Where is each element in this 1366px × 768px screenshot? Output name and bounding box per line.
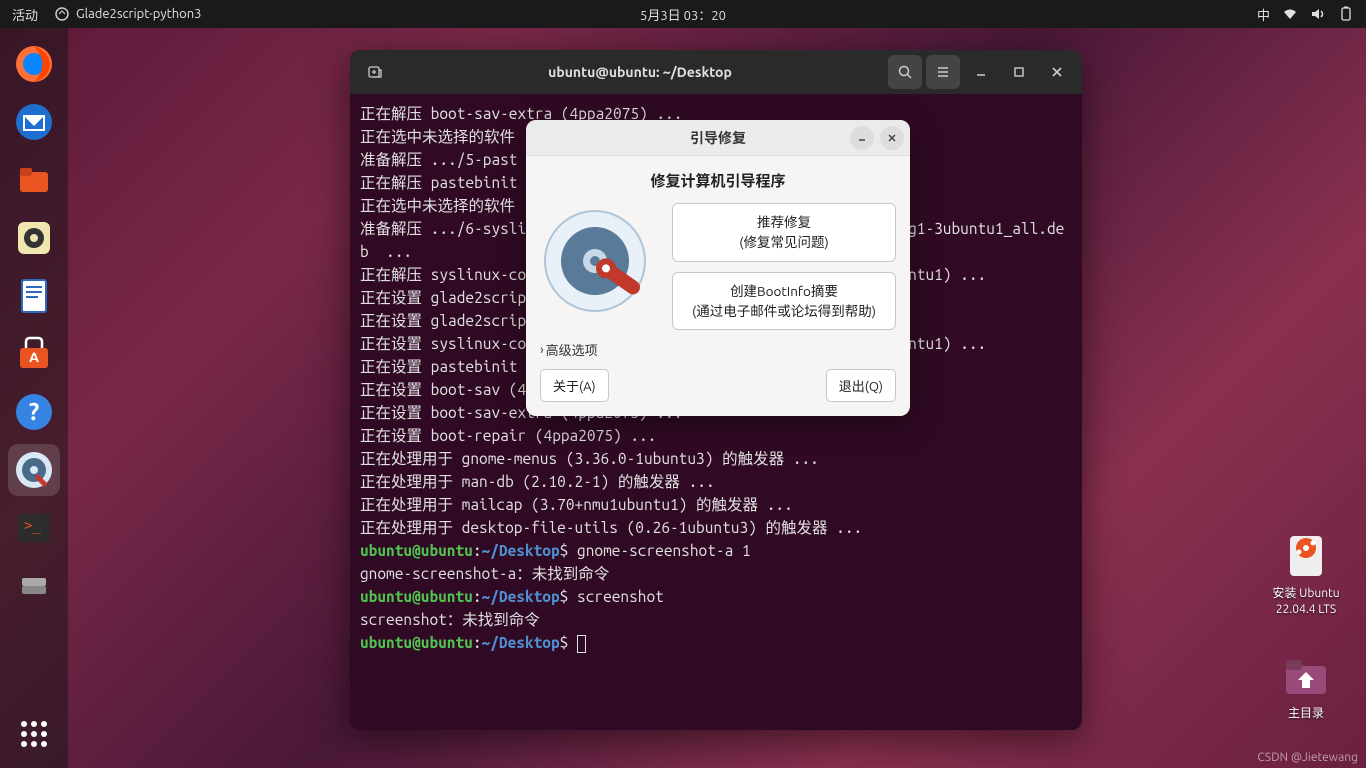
dock-rhythmbox[interactable] <box>8 212 60 264</box>
dock: A ? >_ <box>0 28 68 768</box>
dialog-titlebar[interactable]: 引导修复 <box>526 120 910 156</box>
dock-help[interactable]: ? <box>8 386 60 438</box>
btn-label: 创建BootInfo摘要 <box>679 281 889 301</box>
create-bootinfo-button[interactable]: 创建BootInfo摘要 (通过电子邮件或论坛得到帮助) <box>672 272 896 331</box>
dock-writer[interactable] <box>8 270 60 322</box>
watermark: CSDN @Jietewang <box>1257 751 1358 764</box>
dock-thunderbird[interactable] <box>8 96 60 148</box>
quit-button[interactable]: 退出(Q) <box>826 369 896 402</box>
active-app-name[interactable]: Glade2script-python3 <box>76 7 202 21</box>
btn-label: 推荐修复 <box>679 212 889 232</box>
dialog-heading: 修复计算机引导程序 <box>540 170 896 191</box>
show-applications[interactable] <box>8 708 60 760</box>
new-tab-button[interactable] <box>358 55 392 89</box>
dock-boot-repair[interactable] <box>8 444 60 496</box>
maximize-button[interactable] <box>1002 55 1036 89</box>
minimize-button[interactable] <box>964 55 998 89</box>
clock[interactable]: 5月3日 03：20 <box>640 5 726 24</box>
volume-icon[interactable] <box>1310 6 1326 22</box>
wifi-icon[interactable] <box>1282 6 1298 22</box>
input-method-indicator[interactable]: 中 <box>1257 5 1270 24</box>
desktop-label-2: 22.04.4 LTS <box>1276 603 1336 616</box>
terminal-title: ubuntu@ubuntu: ~/Desktop <box>392 64 888 80</box>
boot-repair-dialog: 引导修复 修复计算机引导程序 <box>526 120 910 416</box>
chevron-right-icon: › <box>540 343 544 357</box>
wrench-disk-icon <box>540 203 658 321</box>
dock-firefox[interactable] <box>8 38 60 90</box>
advanced-options-label: 高级选项 <box>546 340 598 359</box>
about-button[interactable]: 关于(A) <box>540 369 609 402</box>
dock-terminal[interactable]: >_ <box>8 502 60 554</box>
close-button[interactable] <box>1040 55 1074 89</box>
svg-text:?: ? <box>29 398 40 425</box>
desktop-label: 安装 Ubuntu <box>1272 587 1339 600</box>
btn-sublabel: (修复常见问题) <box>679 232 889 252</box>
dock-software[interactable]: A <box>8 328 60 380</box>
dialog-close-button[interactable] <box>880 126 904 150</box>
advanced-options-expander[interactable]: › 高级选项 <box>540 340 896 359</box>
svg-text:A: A <box>29 349 39 365</box>
desktop-install-ubuntu[interactable]: 安装 Ubuntu 22.04.4 LTS <box>1266 530 1346 617</box>
desktop-home-folder[interactable]: 主目录 <box>1266 650 1346 722</box>
search-button[interactable] <box>888 55 922 89</box>
app-indicator-icon <box>54 6 70 22</box>
battery-icon[interactable] <box>1338 6 1354 22</box>
dialog-title: 引导修复 <box>690 128 746 148</box>
recommended-repair-button[interactable]: 推荐修复 (修复常见问题) <box>672 203 896 262</box>
hamburger-menu-button[interactable] <box>926 55 960 89</box>
dock-files[interactable] <box>8 154 60 206</box>
svg-text:>_: >_ <box>24 518 41 534</box>
activities-button[interactable]: 活动 <box>12 5 38 24</box>
dialog-minimize-button[interactable] <box>850 126 874 150</box>
dock-disk[interactable] <box>8 560 60 612</box>
btn-sublabel: (通过电子邮件或论坛得到帮助) <box>679 301 889 321</box>
desktop-label: 主目录 <box>1266 706 1346 722</box>
terminal-titlebar[interactable]: ubuntu@ubuntu: ~/Desktop <box>350 50 1082 94</box>
top-bar: 活动 Glade2script-python3 5月3日 03：20 中 <box>0 0 1366 28</box>
